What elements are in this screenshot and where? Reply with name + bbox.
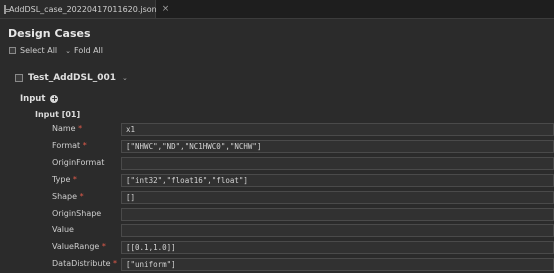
chevron-down-icon[interactable]: ⌄	[122, 74, 128, 82]
field-label: OriginShape	[52, 209, 101, 218]
field-input[interactable]	[121, 224, 554, 238]
field-label-text: ValueRange	[52, 242, 100, 252]
field-label-text: Value	[52, 225, 74, 235]
field-input[interactable]: ["uniform"]	[121, 258, 554, 272]
add-input-icon[interactable]: +	[50, 95, 59, 103]
required-marker: *	[110, 259, 118, 269]
tab-bar: AddDSL_case_20220417011620.json ×	[0, 0, 554, 19]
field-input[interactable]: []	[121, 190, 554, 204]
case-header: Test_AddDSL_001 ⌄	[15, 73, 128, 83]
required-marker: *	[77, 191, 84, 201]
input-section-header: Input +	[20, 94, 59, 104]
field-input[interactable]: ["int32","float16","float"]	[121, 173, 554, 187]
case-name: Test_AddDSL_001	[28, 73, 117, 83]
input-subsection-label: Input [01]	[35, 110, 81, 119]
select-all-checkbox[interactable]	[9, 47, 16, 54]
fold-all-label[interactable]: Fold All	[74, 46, 103, 55]
page-title: Design Cases	[8, 27, 91, 40]
field-label-text: Type	[52, 174, 71, 184]
field-label: Shape *	[52, 192, 84, 201]
field-label-text: Shape	[52, 191, 78, 201]
select-all-label[interactable]: Select All	[20, 46, 57, 55]
field-label: Value	[52, 225, 74, 234]
input-section-label: Input	[20, 94, 46, 104]
field-input[interactable]: x1	[121, 123, 554, 136]
field-label: DataDistribute *	[52, 259, 117, 268]
file-icon	[4, 4, 10, 14]
field-label: Type *	[52, 175, 77, 184]
chevron-down-icon[interactable]: ⌄	[65, 47, 71, 55]
field-label-text: DataDistribute	[52, 259, 111, 269]
field-label: Format *	[52, 141, 87, 150]
required-marker: *	[75, 124, 83, 133]
field-input[interactable]: [[0.1,1.0]]	[121, 241, 554, 255]
toolbar: Select All ⌄ Fold All	[9, 46, 103, 55]
field-input[interactable]: ["NHWC","ND","NC1HWC0","NCHW"]	[121, 139, 554, 153]
tab-title: AddDSL_case_20220417011620.json	[9, 4, 157, 14]
required-marker: *	[80, 140, 87, 150]
required-marker: *	[70, 174, 77, 184]
field-label-text: OriginFormat	[52, 157, 105, 167]
field-input[interactable]	[121, 156, 554, 170]
field-input[interactable]	[121, 207, 554, 221]
field-label: OriginFormat	[52, 158, 104, 167]
file-tab[interactable]: AddDSL_case_20220417011620.json ×	[0, 0, 169, 18]
close-icon[interactable]: ×	[162, 4, 170, 14]
required-marker: *	[99, 242, 106, 252]
field-label: Name *	[52, 124, 82, 133]
field-label-text: Format	[52, 140, 81, 150]
field-label-text: OriginShape	[52, 208, 102, 218]
field-label: ValueRange *	[52, 242, 106, 251]
case-checkbox[interactable]	[15, 74, 23, 82]
field-label-text: Name	[52, 124, 76, 133]
